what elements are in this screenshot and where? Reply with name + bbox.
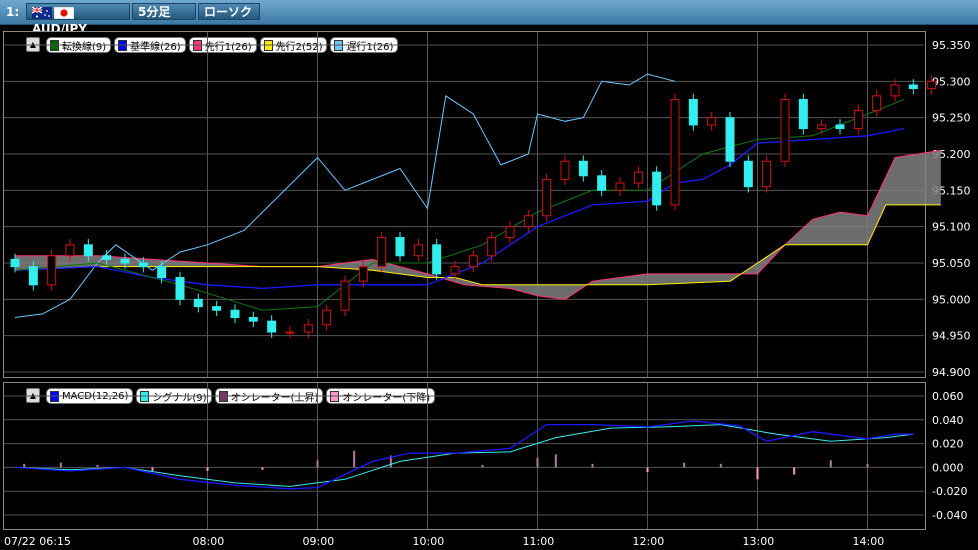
x-tick-label: 07/22 06:15 — [4, 535, 71, 548]
x-tick-label: 08:00 — [193, 535, 225, 548]
main-y-tick-label: 95.300 — [932, 75, 971, 88]
main-y-tick-label: 94.900 — [932, 366, 971, 379]
collapse-toggle-icon[interactable]: ▲ — [26, 37, 40, 52]
legend-label: 基準線(26) — [130, 41, 181, 53]
australia-flag-icon — [32, 6, 52, 19]
chart-style-selector[interactable]: ローソク — [198, 3, 260, 20]
macd-y-tick-label: 0.000 — [932, 461, 964, 474]
collapse-toggle-icon[interactable]: ▲ — [26, 388, 40, 403]
candle-body — [927, 80, 937, 90]
x-tick-label: 11:00 — [523, 535, 555, 548]
main-y-tick-label: 95.150 — [932, 184, 971, 197]
macd-y-tick-label: 0.060 — [932, 390, 964, 403]
legend-item-macd[interactable]: MACD(12,26) — [46, 388, 134, 404]
legend-swatch — [140, 390, 150, 402]
legend-swatch — [192, 39, 202, 51]
legend-item-osc-up[interactable]: オシレーター(上昇) — [214, 388, 324, 404]
main-y-tick-label: 94.950 — [932, 330, 971, 343]
legend-label: 遅行1(26) — [346, 41, 394, 53]
legend-label: オシレーター(上昇) — [230, 392, 319, 404]
x-tick-label: 12:00 — [633, 535, 665, 548]
main-y-tick-label: 95.000 — [932, 293, 971, 306]
main-y-tick-label: 95.350 — [932, 39, 971, 52]
legend-item-tenkan[interactable]: 転換線(9) — [46, 37, 112, 53]
japan-flag-icon — [54, 6, 74, 19]
toolbar: 1: AUD/JPY 5分足 ローソク — [0, 0, 978, 36]
legend-item-osc-down[interactable]: オシレーター(下降) — [326, 388, 436, 404]
legend-swatch — [218, 390, 228, 402]
legend-item-chikou[interactable]: 遅行1(26) — [330, 37, 399, 53]
macd-panel: ▲ MACD(12,26) シグナル(9) オシレーター(上昇) オシレーター(… — [3, 382, 926, 530]
x-tick-label: 10:00 — [413, 535, 445, 548]
main-legend: ▲ 転換線(9) 基準線(26) 先行1(26) 先行2(52) 遅行1(26) — [26, 37, 399, 53]
interval-selector[interactable]: 5分足 — [132, 3, 196, 20]
legend-item-senkou2[interactable]: 先行2(52) — [259, 37, 328, 53]
legend-label: 転換線(9) — [62, 41, 107, 53]
macd-y-tick-label: 0.040 — [932, 414, 964, 427]
main-y-tick-label: 95.200 — [932, 148, 971, 161]
legend-label: 先行2(52) — [275, 41, 323, 53]
legend-swatch — [50, 39, 59, 51]
legend-label: 先行1(26) — [204, 41, 252, 53]
chart-index: 1: — [6, 5, 20, 19]
legend-item-kijun[interactable]: 基準線(26) — [114, 37, 186, 53]
legend-swatch — [50, 390, 59, 402]
macd-y-tick-label: -0.020 — [932, 485, 967, 498]
main-y-tick-label: 95.250 — [932, 112, 971, 125]
legend-label: MACD(12,26) — [62, 390, 129, 402]
main-y-tick-label: 95.100 — [932, 221, 971, 234]
macd-legend: ▲ MACD(12,26) シグナル(9) オシレーター(上昇) オシレーター(… — [26, 388, 436, 404]
x-tick-label: 14:00 — [853, 535, 885, 548]
legend-item-senkou1[interactable]: 先行1(26) — [188, 37, 257, 53]
legend-swatch — [330, 390, 340, 402]
x-tick-label: 13:00 — [743, 535, 775, 548]
x-tick-label: 09:00 — [303, 535, 335, 548]
main-y-tick-label: 95.050 — [932, 257, 971, 270]
legend-item-signal[interactable]: シグナル(9) — [136, 388, 212, 404]
main-chart-panel: ▲ 転換線(9) 基準線(26) 先行1(26) 先行2(52) 遅行1(26) — [3, 31, 926, 378]
legend-label: オシレーター(下降) — [342, 392, 431, 404]
legend-swatch — [118, 39, 128, 51]
macd-y-tick-label: 0.020 — [932, 438, 964, 451]
legend-label: シグナル(9) — [152, 392, 207, 404]
macd-y-tick-label: -0.040 — [932, 509, 967, 522]
legend-swatch — [334, 39, 344, 51]
legend-swatch — [263, 39, 273, 51]
currency-pair-selector[interactable]: AUD/JPY — [26, 3, 130, 36]
